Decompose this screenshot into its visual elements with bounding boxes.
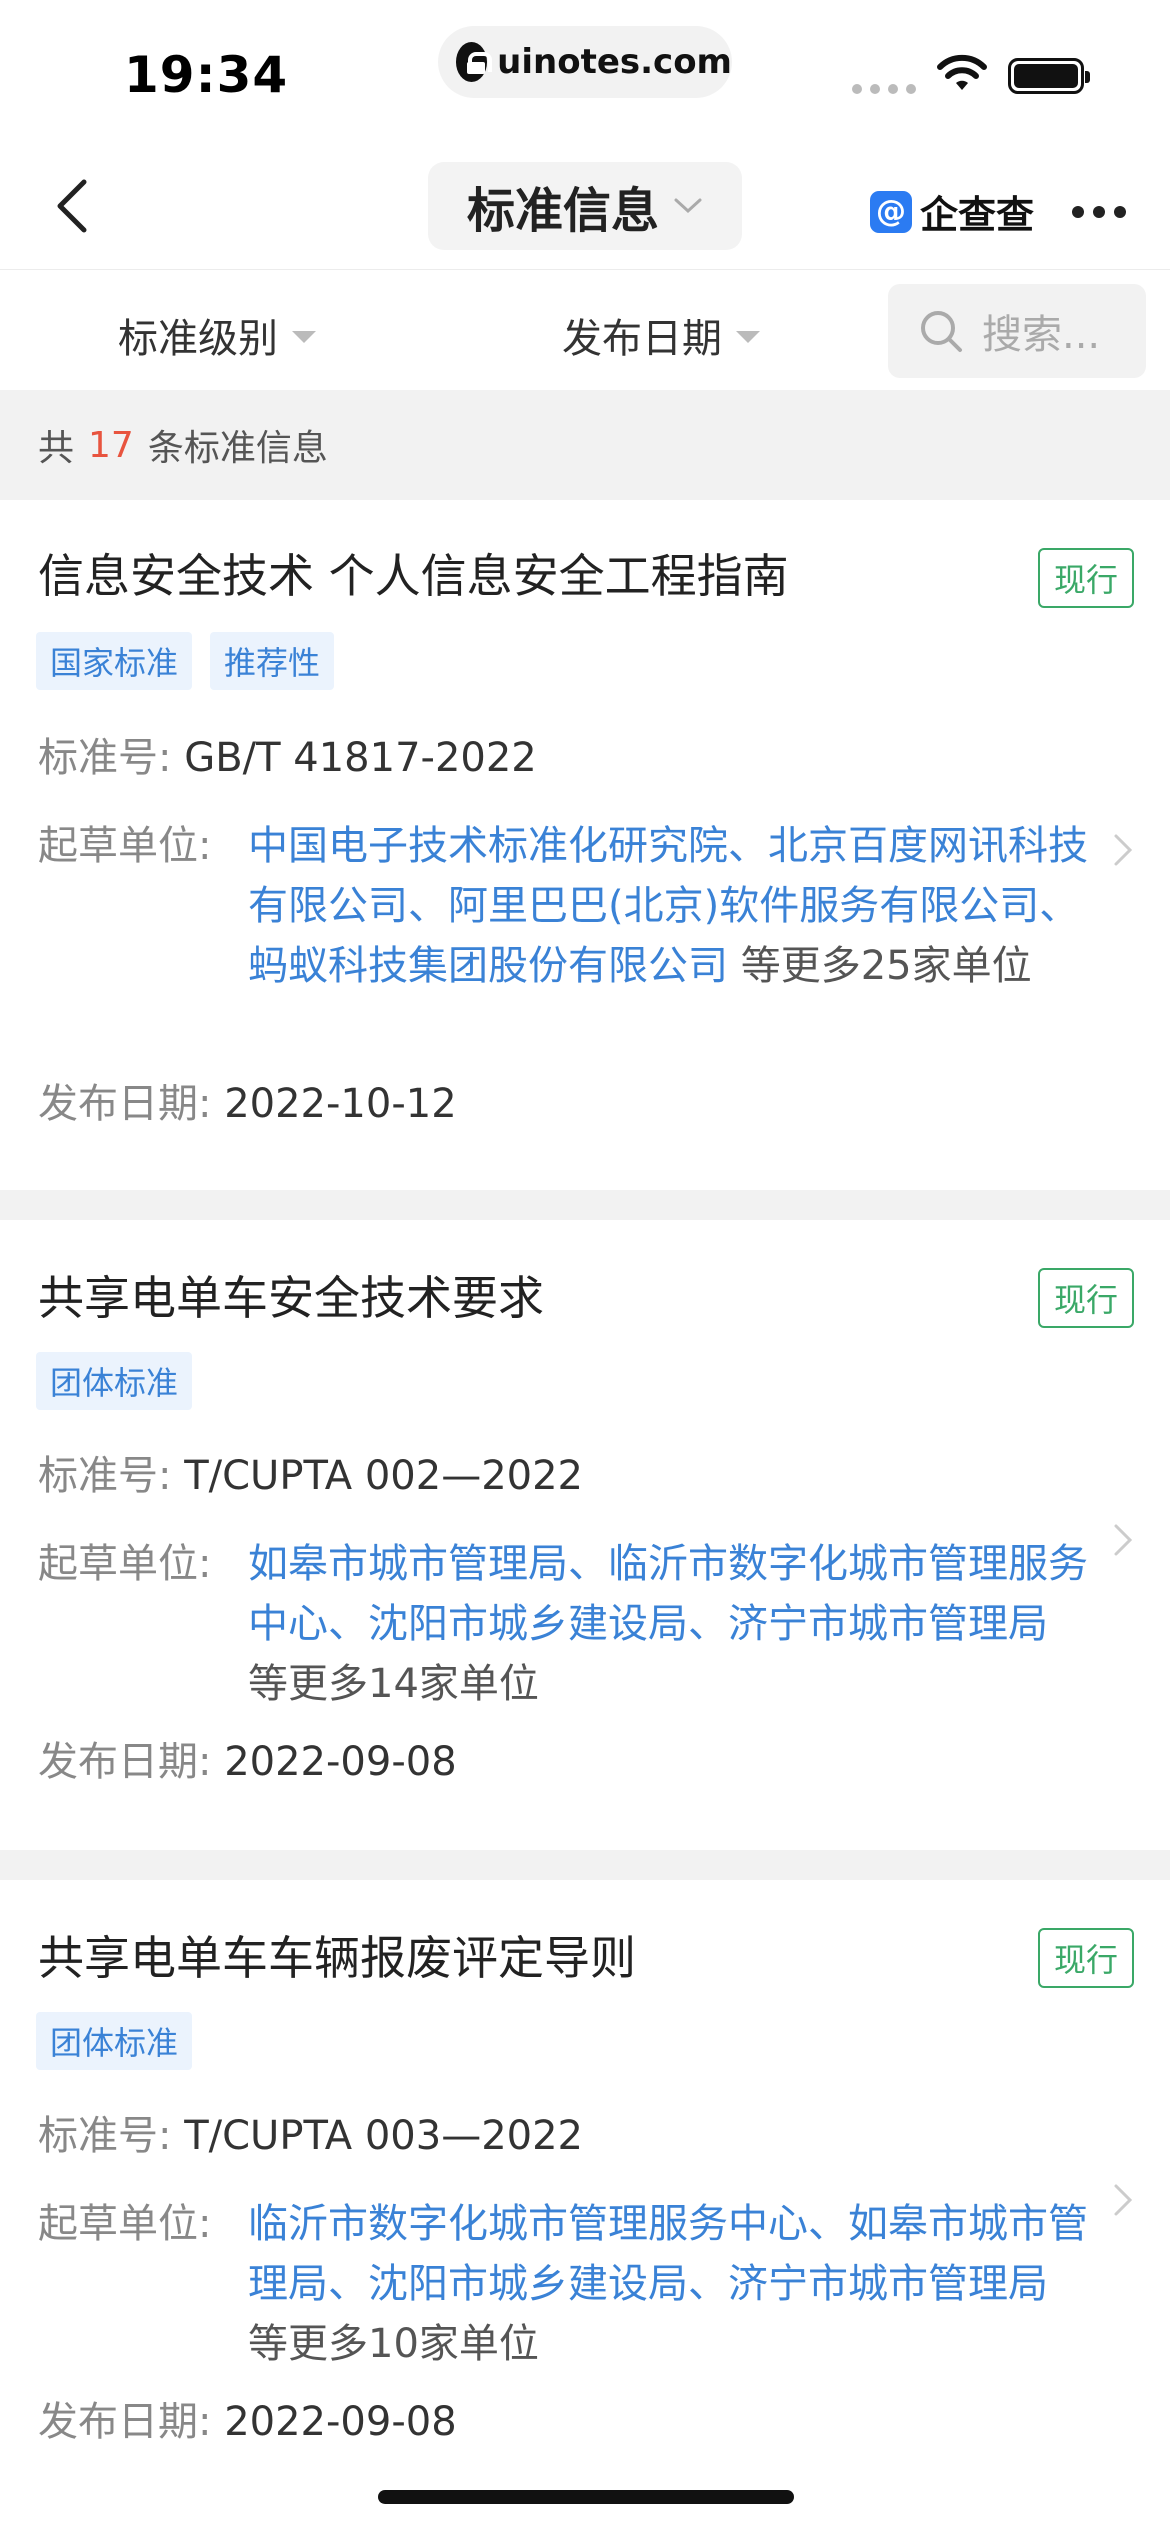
drafter-more: 等更多14家单位 xyxy=(248,1661,539,1707)
search-placeholder: 搜索... xyxy=(982,312,1101,358)
tag-list: 国家标准 推荐性 xyxy=(36,632,335,690)
status-bar: 19:34 uinotes.com xyxy=(0,0,1170,140)
standard-number-label: 标准号: xyxy=(38,735,172,781)
status-time: 19:34 xyxy=(124,46,289,104)
brand-text: 企查查 xyxy=(920,193,1035,237)
search-icon xyxy=(921,311,962,352)
chevron-right-icon[interactable] xyxy=(1112,832,1134,868)
signal-icon xyxy=(852,84,916,94)
filter-standard-level-label: 标准级别 xyxy=(118,316,278,362)
tag: 团体标准 xyxy=(36,1352,193,1410)
chevron-down-icon xyxy=(674,198,702,214)
drafter-links[interactable]: 如皋市城市管理局、临沂市数字化城市管理服务中心、沈阳市城乡建设局、济宁市城市管理… xyxy=(248,1541,1088,1647)
publish-date: 发布日期: 2022-10-12 xyxy=(38,1074,457,1134)
drafter-links[interactable]: 临沂市数字化城市管理服务中心、如皋市城市管理局、沈阳市城乡建设局、济宁市城市管理… xyxy=(248,2201,1088,2307)
standard-number-label: 标准号: xyxy=(38,1453,172,1499)
search-input[interactable]: 搜索... xyxy=(888,284,1146,378)
drafter-more: 等更多10家单位 xyxy=(248,2321,539,2367)
standard-number-value: T/CUPTA 003—2022 xyxy=(184,2113,583,2159)
publish-date-label: 发布日期: xyxy=(38,1081,212,1127)
battery-icon xyxy=(1008,58,1090,94)
publish-date: 发布日期: 2022-09-08 xyxy=(38,2392,457,2452)
divider xyxy=(0,1850,1170,1880)
standard-number: 标准号: T/CUPTA 002—2022 xyxy=(38,1446,583,1506)
drafter-units[interactable]: 起草单位: 如皋市城市管理局、临沂市数字化城市管理服务中心、沈阳市城乡建设局、济… xyxy=(38,1534,1098,1714)
chevron-right-icon[interactable] xyxy=(1112,1522,1134,1558)
home-indicator[interactable] xyxy=(378,2490,794,2504)
filter-publish-date-label: 发布日期 xyxy=(562,316,722,362)
nav-bar: 标准信息 @ 企查查 xyxy=(0,140,1170,270)
status-badge: 现行 xyxy=(1038,548,1134,608)
count-number: 17 xyxy=(88,424,134,466)
filter-standard-level[interactable]: 标准级别 xyxy=(118,306,316,364)
standard-number: 标准号: T/CUPTA 003—2022 xyxy=(38,2106,583,2166)
drafter-units[interactable]: 起草单位: 中国电子技术标准化研究院、北京百度网讯科技有限公司、阿里巴巴(北京)… xyxy=(38,816,1098,996)
publish-date-value: 2022-10-12 xyxy=(224,1081,457,1127)
drafter-units[interactable]: 起草单位: 临沂市数字化城市管理服务中心、如皋市城市管理局、沈阳市城乡建设局、济… xyxy=(38,2194,1098,2374)
page-title: 标准信息 xyxy=(466,183,659,239)
standard-number-label: 标准号: xyxy=(38,2113,172,2159)
card-title: 共享电单车安全技术要求 xyxy=(38,1271,544,1325)
tag-list: 团体标准 xyxy=(36,2012,193,2070)
standard-card[interactable]: 共享电单车车辆报废评定导则 现行 团体标准 标准号: T/CUPTA 003—2… xyxy=(0,1880,1170,2510)
wifi-icon xyxy=(937,54,987,90)
tag: 推荐性 xyxy=(210,632,335,690)
drafter-label: 起草单位: xyxy=(38,1541,212,1587)
tag: 国家标准 xyxy=(36,632,193,690)
filter-publish-date[interactable]: 发布日期 xyxy=(562,306,760,364)
back-icon[interactable] xyxy=(44,176,104,236)
count-prefix: 共 xyxy=(38,428,75,469)
count-suffix: 条标准信息 xyxy=(147,428,328,469)
result-count: 共 17 条标准信息 xyxy=(0,390,1170,500)
drafter-label: 起草单位: xyxy=(38,2201,212,2247)
tag: 团体标准 xyxy=(36,2012,193,2070)
more-icon[interactable] xyxy=(1072,206,1126,218)
brand-icon: @ xyxy=(870,190,912,233)
page-title-dropdown[interactable]: 标准信息 xyxy=(428,162,742,250)
caret-down-icon xyxy=(736,331,760,343)
caret-down-icon xyxy=(292,331,316,343)
standard-card[interactable]: 信息安全技术 个人信息安全工程指南 现行 国家标准 推荐性 标准号: GB/T … xyxy=(0,500,1170,1190)
filter-bar: 标准级别 发布日期 搜索... xyxy=(0,270,1170,390)
standard-number-value: GB/T 41817-2022 xyxy=(184,735,537,781)
brand-logo: @ 企查查 xyxy=(870,184,1034,239)
url-pill[interactable]: uinotes.com xyxy=(438,26,732,98)
lock-icon xyxy=(456,42,493,82)
publish-date: 发布日期: 2022-09-08 xyxy=(38,1732,457,1792)
standard-number: 标准号: GB/T 41817-2022 xyxy=(38,728,537,788)
publish-date-value: 2022-09-08 xyxy=(224,2399,457,2445)
drafter-label: 起草单位: xyxy=(38,823,212,869)
standard-card[interactable]: 共享电单车安全技术要求 现行 团体标准 标准号: T/CUPTA 002—202… xyxy=(0,1220,1170,1850)
status-badge: 现行 xyxy=(1038,1268,1134,1328)
status-badge: 现行 xyxy=(1038,1928,1134,1988)
url-text: uinotes.com xyxy=(497,42,732,82)
divider xyxy=(0,1190,1170,1220)
publish-date-value: 2022-09-08 xyxy=(224,1739,457,1785)
standard-number-value: T/CUPTA 002—2022 xyxy=(184,1453,583,1499)
card-title: 共享电单车车辆报废评定导则 xyxy=(38,1931,636,1985)
chevron-right-icon[interactable] xyxy=(1112,2182,1134,2218)
card-title: 信息安全技术 个人信息安全工程指南 xyxy=(38,549,789,603)
tag-list: 团体标准 xyxy=(36,1352,193,1410)
publish-date-label: 发布日期: xyxy=(38,2399,212,2445)
publish-date-label: 发布日期: xyxy=(38,1739,212,1785)
drafter-more: 等更多25家单位 xyxy=(740,943,1032,989)
